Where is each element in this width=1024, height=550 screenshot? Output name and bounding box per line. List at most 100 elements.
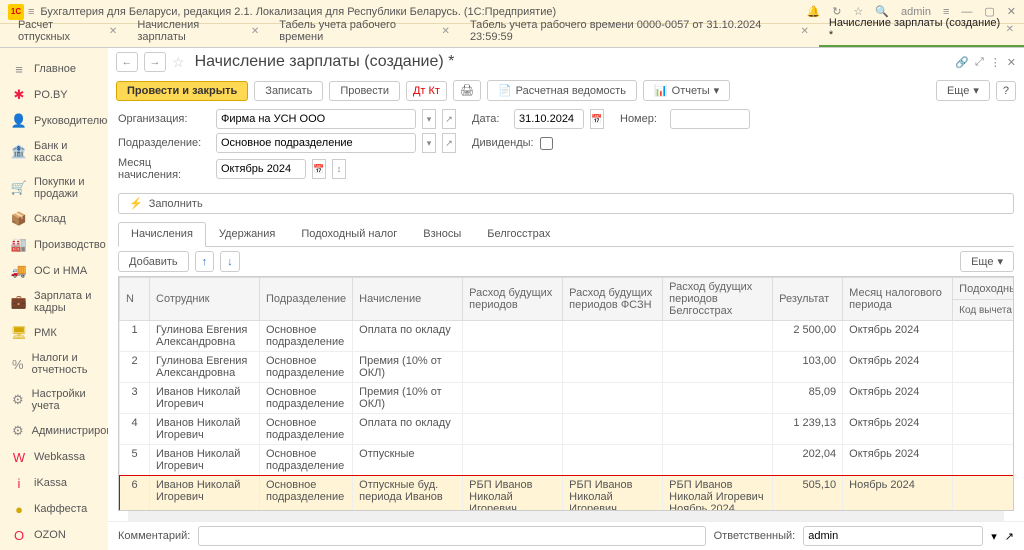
comment-field[interactable] — [198, 526, 705, 546]
sidebar-item[interactable]: 🏦Банк и касса — [0, 134, 108, 170]
sidebar-item[interactable]: WWebkassa — [0, 444, 108, 470]
sidebar-icon: ⚙ — [12, 393, 24, 407]
table-row[interactable]: 3Иванов Николай ИгоревичОсновное подразд… — [120, 383, 1015, 414]
save-button[interactable]: Записать — [254, 81, 323, 101]
sidebar-label: PO.BY — [34, 89, 68, 101]
sidebar-item[interactable]: ✱PO.BY — [0, 82, 108, 108]
h-scrollbar[interactable] — [128, 511, 1004, 521]
form: Организация: ▾ ↗ Дата: 📅 Номер: Подразде… — [108, 105, 1024, 189]
move-up-button[interactable]: ↑ — [195, 251, 215, 272]
sidebar-item[interactable]: ⚙Настройки учета — [0, 382, 108, 418]
close-doc-icon[interactable]: ✕ — [1007, 56, 1016, 69]
subtab[interactable]: Взносы — [410, 222, 474, 246]
fill-button[interactable]: ⚡Заполнить — [118, 193, 1014, 214]
nav-fwd[interactable]: → — [144, 52, 166, 72]
sidebar-icon: ● — [12, 502, 26, 516]
sidebar-icon: ≡ — [12, 62, 26, 76]
top-tab[interactable]: Начисления зарплаты✕ — [127, 15, 269, 47]
sidebar-item[interactable]: ⚙Администрирование — [0, 418, 108, 444]
subtab[interactable]: Удержания — [206, 222, 288, 246]
sidebar-item[interactable]: iiKassa — [0, 470, 108, 496]
footer: Комментарий: Ответственный: ▾ ↗ — [108, 521, 1024, 550]
post-close-button[interactable]: Провести и закрыть — [116, 81, 248, 101]
div-select[interactable]: ▾ — [422, 133, 436, 153]
sidebar-icon: i — [12, 476, 26, 490]
num-field[interactable] — [670, 109, 750, 129]
top-tab[interactable]: Расчет отпускных✕ — [8, 15, 127, 47]
table-row[interactable]: 5Иванов Николай ИгоревичОсновное подразд… — [120, 445, 1015, 476]
comment-label: Комментарий: — [118, 530, 190, 542]
table-row[interactable]: 4Иванов Николай ИгоревичОсновное подразд… — [120, 414, 1015, 445]
resp-open[interactable]: ↗ — [1005, 530, 1014, 543]
div-open[interactable]: ↗ — [442, 133, 456, 153]
org-select[interactable]: ▾ — [422, 109, 436, 129]
sidebar-icon: 🛒 — [12, 181, 26, 195]
tab-close-icon[interactable]: ✕ — [1006, 24, 1014, 35]
favorite-icon[interactable]: ☆ — [172, 54, 185, 71]
date-picker[interactable]: 📅 — [590, 109, 604, 129]
table-more-button[interactable]: Еще ▾ — [960, 251, 1014, 272]
subtab[interactable]: Подоходный налог — [288, 222, 410, 246]
sidebar-item[interactable]: 👤 Руководителю — [0, 108, 108, 134]
resp-select[interactable]: ▾ — [991, 530, 997, 543]
sidebar-label: Руководителю — [34, 115, 107, 127]
sidebar-item[interactable]: 🚚ОС и НМА — [0, 258, 108, 284]
subtab[interactable]: Начисления — [118, 222, 206, 247]
table-row[interactable]: 6Иванов Николай ИгоревичОсновное подразд… — [120, 476, 1015, 512]
top-tab[interactable]: Табель учета рабочего времени✕ — [269, 15, 460, 47]
sidebar-icon: 👤 — [12, 114, 26, 128]
dt-kt-button[interactable]: Дт Кт — [406, 81, 447, 101]
link-icon[interactable]: 🔗 — [955, 56, 969, 69]
print-button[interactable]: 🖨 — [453, 80, 481, 101]
resp-field[interactable] — [803, 526, 983, 546]
org-label: Организация: — [118, 113, 210, 125]
dividends-checkbox[interactable] — [540, 137, 553, 150]
more-button[interactable]: Еще ▾ — [936, 80, 990, 101]
sidebar-icon: 🖥 — [12, 326, 26, 340]
date-field[interactable] — [514, 109, 584, 129]
sidebar-item[interactable]: 🏭Производство — [0, 232, 108, 258]
tab-close-icon[interactable]: ✕ — [800, 26, 808, 37]
org-open[interactable]: ↗ — [442, 109, 456, 129]
org-field[interactable] — [216, 109, 416, 129]
date-label: Дата: — [472, 113, 508, 125]
help-button[interactable]: ? — [996, 81, 1016, 101]
divp-label: Дивиденды: — [472, 137, 534, 149]
sidebar-item[interactable]: 🖥РМК — [0, 320, 108, 346]
sidebar-label: Каффеста — [34, 503, 87, 515]
more-icon[interactable]: ⋮ — [990, 56, 1001, 69]
month-picker[interactable]: 📅 — [312, 159, 326, 179]
sidebar-item[interactable]: OOZON — [0, 522, 108, 548]
top-tab[interactable]: Начисление зарплаты (создание) *✕ — [819, 13, 1024, 47]
sidebar-icon: 💼 — [12, 295, 26, 309]
table-row[interactable]: 2Гулинова Евгения АлександровнаОсновное … — [120, 352, 1015, 383]
tab-close-icon[interactable]: ✕ — [109, 26, 117, 37]
sidebar-icon: 🏭 — [12, 238, 26, 252]
sheet-button[interactable]: 📄Расчетная ведомость — [487, 80, 637, 101]
table-row[interactable]: 1Гулинова Евгения АлександровнаОсновное … — [120, 321, 1015, 352]
tab-close-icon[interactable]: ✕ — [442, 26, 450, 37]
detach-icon[interactable]: ⤢ — [975, 56, 984, 69]
sidebar-label: OZON — [34, 529, 66, 541]
grid[interactable]: NСотрудникПодразделениеНачислениеРасход … — [118, 276, 1014, 511]
post-button[interactable]: Провести — [329, 81, 400, 101]
content: ← → ☆ Начисление зарплаты (создание) * 🔗… — [108, 48, 1024, 550]
sidebar-item[interactable]: %Налоги и отчетность — [0, 346, 108, 382]
reports-button[interactable]: 📊Отчеты▾ — [643, 80, 730, 101]
tab-close-icon[interactable]: ✕ — [251, 26, 259, 37]
nav-back[interactable]: ← — [116, 52, 138, 72]
month-step[interactable]: ↕ — [332, 159, 346, 179]
month-field[interactable] — [216, 159, 306, 179]
doc-title: Начисление зарплаты (создание) * — [195, 53, 455, 71]
sidebar-item[interactable]: ≡Главное — [0, 56, 108, 82]
add-row-button[interactable]: Добавить — [118, 251, 189, 272]
sidebar-item[interactable]: 🛒Покупки и продажи — [0, 170, 108, 206]
div-field[interactable] — [216, 133, 416, 153]
move-down-button[interactable]: ↓ — [220, 251, 240, 272]
sidebar-item[interactable]: ● Каффеста — [0, 496, 108, 522]
sidebar-item[interactable]: 💼Зарплата и кадры — [0, 284, 108, 320]
sidebar-item[interactable]: 📦Склад — [0, 206, 108, 232]
top-tab[interactable]: Табель учета рабочего времени 0000-0057 … — [460, 15, 819, 47]
subtab[interactable]: Белгосстрах — [474, 222, 563, 246]
sidebar-icon: 🏦 — [12, 145, 26, 159]
